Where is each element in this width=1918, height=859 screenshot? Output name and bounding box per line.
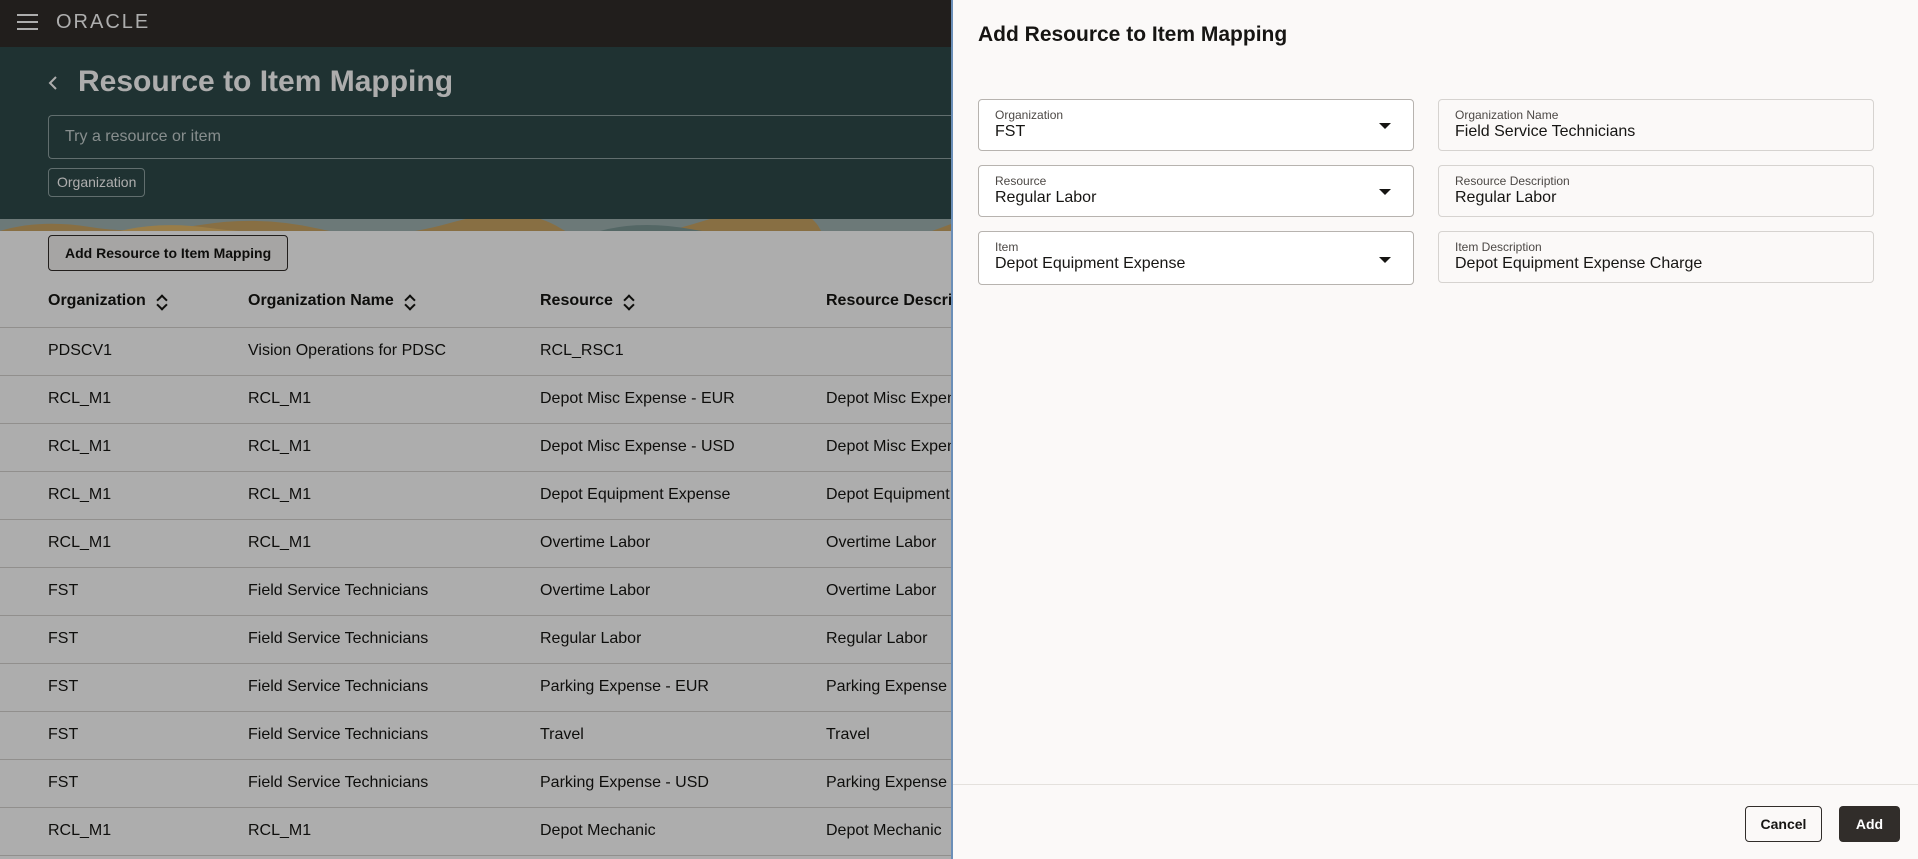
caret-down-icon[interactable] [1379, 123, 1391, 129]
caret-down-icon[interactable] [1379, 257, 1391, 263]
field-value: Regular Labor [1455, 189, 1557, 206]
drawer-title: Add Resource to Item Mapping [978, 23, 1288, 46]
resource-description-field: Resource Description Regular Labor [1438, 165, 1874, 217]
item-description-field: Item Description Depot Equipment Expense… [1438, 231, 1874, 283]
organization-select[interactable]: Organization FST [978, 99, 1414, 151]
field-value: Regular Labor [995, 189, 1097, 206]
modal-scrim[interactable] [0, 0, 951, 859]
field-label: Resource Description [1455, 174, 1570, 188]
field-value: Depot Equipment Expense [995, 255, 1186, 272]
field-value: FST [995, 123, 1026, 140]
resource-select[interactable]: Resource Regular Labor [978, 165, 1414, 217]
caret-down-icon[interactable] [1379, 189, 1391, 195]
field-value: Field Service Technicians [1455, 123, 1636, 140]
field-label: Organization [995, 108, 1064, 122]
field-label: Item Description [1455, 240, 1542, 254]
field-label: Organization Name [1455, 108, 1559, 122]
add-mapping-drawer: Add Resource to Item Mapping Organizatio… [951, 0, 1918, 859]
add-button[interactable]: Add [1839, 806, 1900, 842]
organization-name-field: Organization Name Field Service Technici… [1438, 99, 1874, 151]
item-select[interactable]: Item Depot Equipment Expense [978, 231, 1414, 285]
field-label: Resource [995, 174, 1047, 188]
field-label: Item [995, 240, 1019, 254]
cancel-button[interactable]: Cancel [1745, 806, 1822, 842]
field-value: Depot Equipment Expense Charge [1455, 255, 1703, 272]
